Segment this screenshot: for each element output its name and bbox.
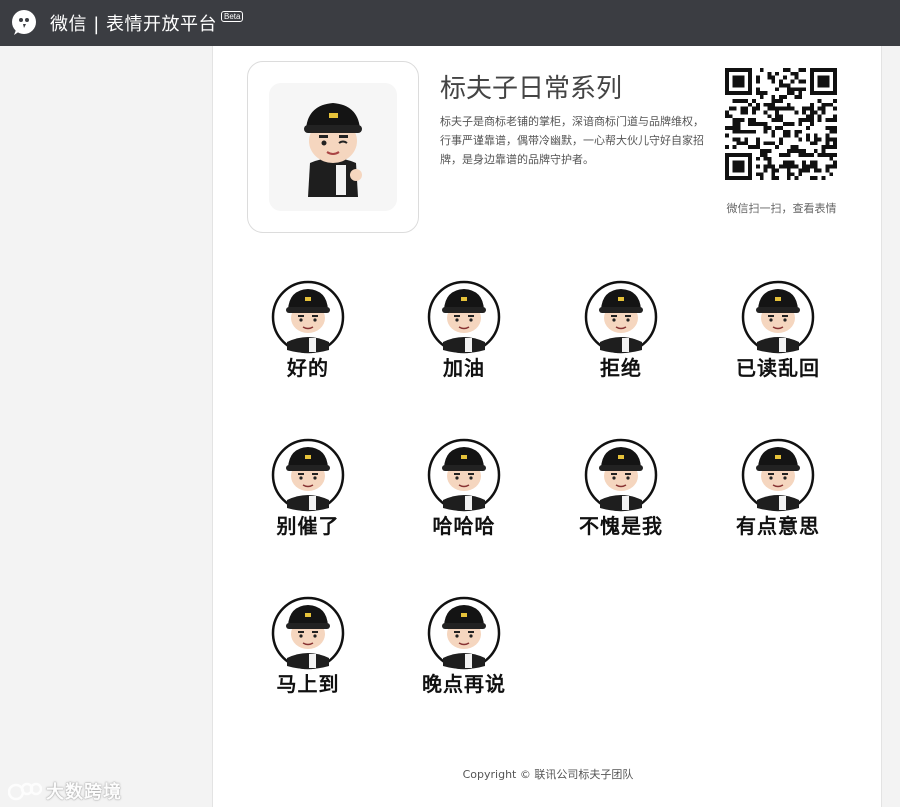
sticker-label: 哈哈哈: [432, 514, 496, 538]
sticker-item[interactable]: 别催了: [243, 438, 373, 568]
sticker-item[interactable]: 晚点再说: [399, 596, 529, 726]
top-bar: 微信 | 表情开放平台 Beta: [0, 0, 900, 46]
sticker-mascot-icon: [584, 438, 658, 512]
main-content: 标夫子日常系列 标夫子是商标老铺的掌柜，深谙商标门道与品牌维权，行事严谨靠谱，偶…: [212, 46, 882, 807]
watermark-text: 大数跨境: [46, 782, 122, 803]
sticker-item[interactable]: 好的: [243, 280, 373, 410]
sticker-label: 好的: [287, 356, 329, 380]
sticker-mascot-icon: [271, 280, 345, 354]
sticker-label: 马上到: [276, 672, 340, 696]
sticker-label: 有点意思: [736, 514, 820, 538]
sticker-label: 加油: [443, 356, 485, 380]
sticker-mascot-icon: [741, 438, 815, 512]
sticker-item[interactable]: 马上到: [243, 596, 373, 726]
platform-title[interactable]: 微信 | 表情开放平台: [50, 10, 217, 36]
pack-title: 标夫子日常系列: [440, 74, 623, 104]
sticker-mascot-icon: [741, 280, 815, 354]
qr-caption: 微信扫一扫，查看表情: [726, 202, 837, 215]
sticker-mascot-icon: [427, 438, 501, 512]
sticker-mascot-icon: [427, 596, 501, 670]
pack-cover: [247, 61, 419, 233]
sticker-label: 晚点再说: [422, 672, 506, 696]
mascot-cover-icon: [304, 103, 362, 197]
watermark-logo-icon: [8, 782, 42, 801]
sticker-mascot-icon: [584, 280, 658, 354]
sticker-item[interactable]: 有点意思: [713, 438, 843, 568]
footer-copyright: Copyright © 联讯公司标夫子团队: [462, 768, 634, 781]
sticker-item[interactable]: 拒绝: [556, 280, 686, 410]
watermark: 大数跨境: [8, 778, 122, 804]
wechat-logo-icon[interactable]: [10, 9, 38, 37]
beta-badge: Beta: [221, 10, 244, 22]
sticker-label: 已读乱回: [736, 356, 820, 380]
pack-description: 标夫子是商标老铺的掌柜，深谙商标门道与品牌维权，行事严谨靠谱，偶带冷幽默，一心帮…: [440, 115, 704, 166]
cover-image: [269, 83, 397, 211]
sticker-label: 拒绝: [600, 356, 642, 380]
sticker-label: 别催了: [276, 514, 340, 538]
sticker-item[interactable]: 不愧是我: [556, 438, 686, 568]
sticker-item[interactable]: 加油: [399, 280, 529, 410]
sticker-item[interactable]: 已读乱回: [713, 280, 843, 410]
sticker-mascot-icon: [271, 438, 345, 512]
sticker-mascot-icon: [271, 596, 345, 670]
sticker-mascot-icon: [427, 280, 501, 354]
sticker-item[interactable]: 哈哈哈: [399, 438, 529, 568]
qr-code-icon: [725, 68, 837, 180]
sticker-label: 不愧是我: [579, 514, 663, 538]
